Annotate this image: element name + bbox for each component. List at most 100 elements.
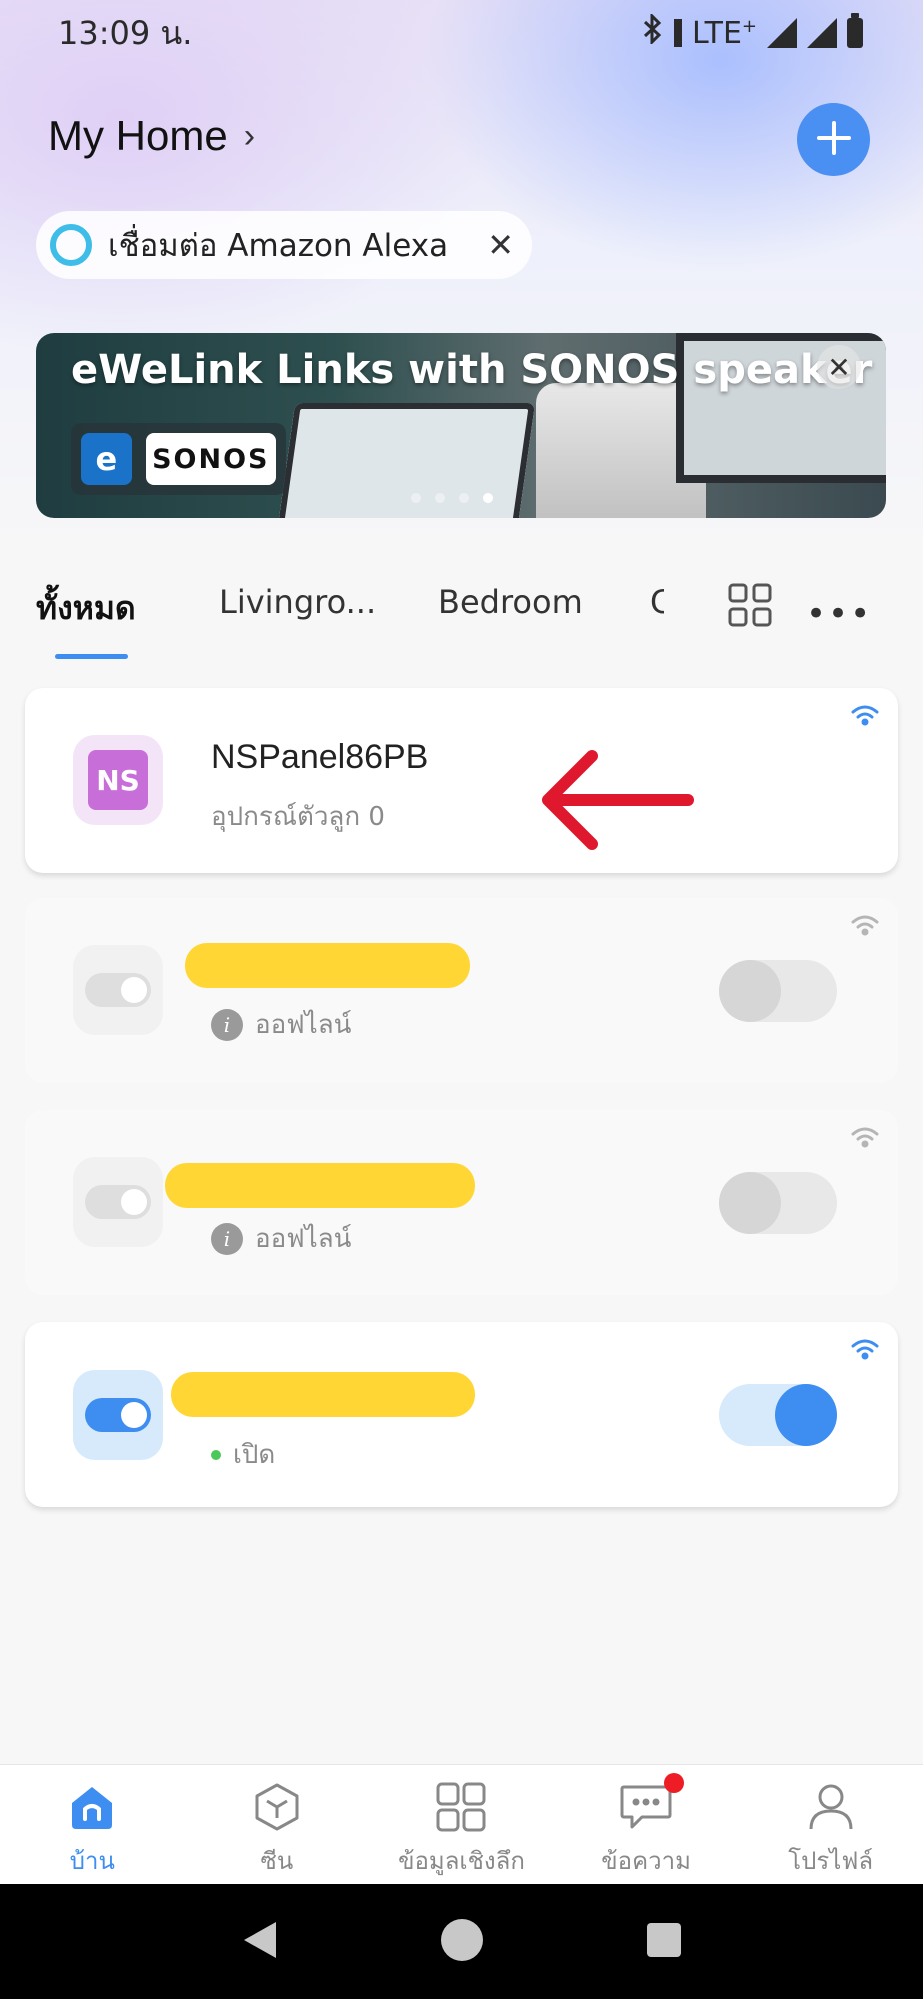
redacted-device-name xyxy=(185,943,470,988)
status-bar: 13:09 น. LTE+ xyxy=(0,0,923,66)
online-dot xyxy=(211,1449,221,1460)
wifi-online-icon xyxy=(851,704,879,726)
status-text: ออฟไลน์ xyxy=(255,1010,352,1040)
bottom-nav: บ้าน ซีน ข้อมูลเชิงลึก ข้อความ โปรไฟล์ xyxy=(0,1764,923,1884)
wifi-offline-icon xyxy=(851,1126,879,1148)
pagination-dot xyxy=(435,493,445,503)
banner-tablet-image xyxy=(276,403,536,518)
info-icon: i xyxy=(211,1222,243,1255)
ns-logo: NS xyxy=(88,750,148,810)
switch-glyph-knob xyxy=(121,977,147,1003)
switch-glyph-knob xyxy=(121,1402,147,1428)
system-nav-bar xyxy=(0,1884,923,1999)
room-grid-icon[interactable] xyxy=(728,583,772,631)
alexa-connect-pill[interactable]: เชื่อมต่อ Amazon Alexa ✕ xyxy=(36,211,532,279)
wifi-offline-icon xyxy=(851,914,879,936)
active-tab-indicator xyxy=(55,654,128,659)
status-icons: LTE+ xyxy=(642,12,863,52)
pagination-dot xyxy=(459,493,469,503)
banner-close-icon[interactable]: ✕ xyxy=(817,345,861,389)
switch-glyph xyxy=(85,1398,151,1432)
switch-device-icon xyxy=(73,1370,163,1460)
banner-logos: e SONOS xyxy=(71,423,286,495)
nav-label: บ้าน xyxy=(69,1847,115,1875)
device-card-offline-1[interactable]: i ออฟไลน์ xyxy=(25,898,898,1083)
device-card-on[interactable]: เปิด xyxy=(25,1322,898,1507)
toggle-knob xyxy=(775,1384,837,1446)
switch-glyph xyxy=(85,1185,151,1219)
home-selector[interactable]: My Home › xyxy=(48,112,255,160)
alexa-label: เชื่อมต่อ Amazon Alexa xyxy=(108,228,449,264)
signal-icon xyxy=(767,18,797,48)
nav-home[interactable]: บ้าน xyxy=(0,1765,185,1884)
nspanel-device-icon: NS xyxy=(73,735,163,825)
alexa-logo-icon xyxy=(50,224,92,266)
pagination-dot xyxy=(411,493,421,503)
back-icon[interactable] xyxy=(240,1918,280,1966)
nav-label: ข้อมูลเชิงลึก xyxy=(398,1847,525,1875)
red-arrow-annotation xyxy=(540,748,695,857)
device-name: NSPanel86PB xyxy=(211,738,429,776)
nav-profile[interactable]: โปรไฟล์ xyxy=(738,1765,923,1884)
banner-pagination xyxy=(411,493,493,503)
plus-icon xyxy=(816,120,852,160)
notification-badge xyxy=(663,1773,684,1793)
nav-scene[interactable]: ซีน xyxy=(185,1765,370,1884)
device-card-nspanel[interactable]: NS NSPanel86PB อุปกรณ์ตัวลูก 0 xyxy=(25,688,898,873)
switch-glyph xyxy=(85,973,151,1007)
add-device-button[interactable] xyxy=(797,103,870,176)
redacted-device-name xyxy=(165,1163,475,1208)
redacted-device-name xyxy=(171,1372,475,1417)
home-icon xyxy=(66,1781,118,1837)
chevron-right-icon: › xyxy=(243,116,256,155)
device-card-offline-2[interactable]: i ออฟไลน์ xyxy=(25,1110,898,1295)
promo-banner[interactable]: eWeLink Links with SONOS speaker e SONOS… xyxy=(36,333,886,518)
tab-bedroom[interactable]: Bedroom xyxy=(438,583,583,621)
tab-livingroom[interactable]: Livingro... xyxy=(219,583,376,621)
nav-label: โปรไฟล์ xyxy=(788,1847,874,1875)
home-circle-icon[interactable] xyxy=(439,1917,485,1967)
insights-grid-icon xyxy=(435,1781,487,1837)
nav-label: ซีน xyxy=(260,1847,294,1875)
device-status: i ออฟไลน์ xyxy=(211,1218,351,1259)
more-options-icon[interactable]: ••• xyxy=(806,594,872,634)
recents-icon[interactable] xyxy=(645,1921,683,1963)
close-icon[interactable]: ✕ xyxy=(487,226,514,264)
device-status: เปิด xyxy=(211,1434,275,1475)
device-status: i ออฟไลน์ xyxy=(211,1004,351,1045)
tab-more-room[interactable]: C xyxy=(650,583,664,621)
profile-person-icon xyxy=(805,1781,857,1837)
vibrate-icon xyxy=(674,19,683,47)
tab-all[interactable]: ทั้งหมด xyxy=(36,583,136,634)
nav-label: ข้อความ xyxy=(601,1847,691,1875)
status-time: 13:09 น. xyxy=(58,13,193,52)
switch-device-icon xyxy=(73,1157,163,1247)
network-sup: + xyxy=(741,15,757,37)
nav-messages[interactable]: ข้อความ xyxy=(554,1765,739,1884)
power-toggle[interactable] xyxy=(719,1172,837,1234)
network-type: LTE+ xyxy=(692,16,757,51)
nav-insights[interactable]: ข้อมูลเชิงลึก xyxy=(369,1765,554,1884)
wifi-online-icon xyxy=(851,1338,879,1360)
info-icon: i xyxy=(211,1008,243,1041)
toggle-knob xyxy=(719,960,781,1022)
toggle-knob xyxy=(719,1172,781,1234)
bluetooth-icon xyxy=(642,12,664,52)
ewelink-logo: e xyxy=(81,433,132,485)
scene-cube-icon xyxy=(251,1781,303,1837)
banner-title: eWeLink Links with SONOS speaker xyxy=(71,347,873,393)
power-toggle[interactable] xyxy=(719,1384,837,1446)
battery-icon xyxy=(847,13,863,48)
switch-device-icon xyxy=(73,945,163,1035)
device-subtitle: อุปกรณ์ตัวลูก 0 xyxy=(211,802,385,832)
switch-glyph-knob xyxy=(121,1189,147,1215)
status-text: เปิด xyxy=(233,1440,276,1470)
status-text: ออฟไลน์ xyxy=(255,1224,352,1254)
room-tabs: ทั้งหมด Livingro... Bedroom C xyxy=(0,545,923,665)
signal-icon-2 xyxy=(807,18,837,48)
sonos-logo: SONOS xyxy=(145,433,276,485)
home-title: My Home xyxy=(48,112,228,159)
power-toggle[interactable] xyxy=(719,960,837,1022)
network-label: LTE xyxy=(692,15,742,51)
pagination-dot-active xyxy=(483,493,493,503)
